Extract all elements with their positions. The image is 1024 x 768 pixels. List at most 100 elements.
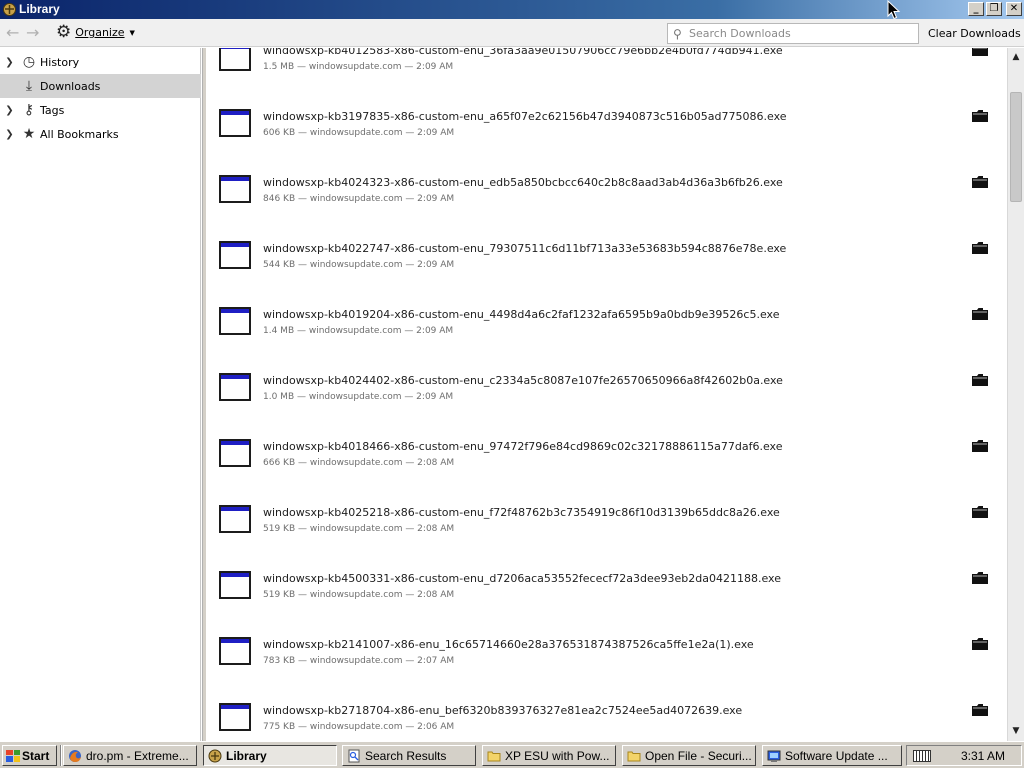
- expand-arrow-icon[interactable]: ❯: [0, 129, 19, 140]
- download-item[interactable]: windowsxp-kb2718704-x86-enu_bef6320b8393…: [206, 691, 1007, 741]
- download-filename: windowsxp-kb4022747-x86-custom-enu_79307…: [263, 242, 787, 255]
- open-folder-icon[interactable]: [972, 110, 988, 122]
- download-item[interactable]: windowsxp-kb4025218-x86-custom-enu_f72f4…: [206, 493, 1007, 559]
- folder-icon: [487, 751, 501, 761]
- open-folder-icon[interactable]: [972, 440, 988, 452]
- minimize-button[interactable]: _: [968, 2, 984, 16]
- download-filename: windowsxp-kb4025218-x86-custom-enu_f72f4…: [263, 506, 780, 519]
- download-item[interactable]: windowsxp-kb4024402-x86-custom-enu_c2334…: [206, 361, 1007, 427]
- scroll-down-arrow-icon[interactable]: ▼: [1010, 724, 1022, 738]
- download-filename: windowsxp-kb2718704-x86-enu_bef6320b8393…: [263, 704, 743, 717]
- sidebar-item-label: Tags: [40, 103, 65, 117]
- taskbar-button-xp-esu-folder[interactable]: XP ESU with Pow...: [482, 745, 616, 766]
- download-item[interactable]: windowsxp-kb4500331-x86-custom-enu_d7206…: [206, 559, 1007, 625]
- taskbar-button-search-results[interactable]: Search Results: [342, 745, 476, 766]
- download-icon: ⤓: [25, 78, 33, 94]
- download-meta: 846 KB — windowsupdate.com — 2:09 AM: [263, 194, 455, 204]
- close-button[interactable]: ✕: [1006, 2, 1022, 16]
- title-bar[interactable]: Library _ ❐ ✕: [0, 0, 1024, 19]
- executable-file-icon: [219, 48, 251, 71]
- sidebar: ❯ ◷ History ⤓ Downloads ❯ ⚷ Tags ❯ ★ All…: [0, 48, 201, 741]
- software-update-icon: [767, 750, 781, 762]
- taskbar-button-library[interactable]: Library: [203, 745, 337, 766]
- open-folder-icon[interactable]: [972, 374, 988, 386]
- executable-file-icon: [219, 109, 251, 137]
- download-meta: 783 KB — windowsupdate.com — 2:07 AM: [263, 656, 455, 666]
- download-filename: windowsxp-kb4018466-x86-custom-enu_97472…: [263, 440, 783, 453]
- library-icon: [3, 3, 16, 16]
- open-folder-icon[interactable]: [972, 704, 988, 716]
- download-meta: 1.5 MB — windowsupdate.com — 2:09 AM: [263, 62, 454, 72]
- taskbar-button-firefox[interactable]: dro.pm - Extreme...: [63, 745, 197, 766]
- expand-arrow-icon[interactable]: ❯: [0, 57, 19, 68]
- download-item[interactable]: windowsxp-kb4019204-x86-custom-enu_4498d…: [206, 295, 1007, 361]
- taskbar-button-label: XP ESU with Pow...: [505, 748, 610, 763]
- back-arrow-icon[interactable]: ←: [6, 25, 19, 41]
- download-item[interactable]: windowsxp-kb3197835-x86-custom-enu_a65f0…: [206, 97, 1007, 163]
- star-icon: ★: [22, 126, 36, 142]
- sidebar-item-label: History: [40, 55, 80, 69]
- open-folder-icon[interactable]: [972, 48, 988, 56]
- download-item[interactable]: windowsxp-kb4022747-x86-custom-enu_79307…: [206, 229, 1007, 295]
- windows-logo-icon: [6, 749, 20, 762]
- sidebar-item-all-bookmarks[interactable]: ❯ ★ All Bookmarks: [0, 122, 201, 146]
- open-folder-icon[interactable]: [972, 242, 988, 254]
- clear-downloads-button[interactable]: Clear Downloads: [922, 23, 1024, 44]
- download-meta: 1.0 MB — windowsupdate.com — 2:09 AM: [263, 392, 454, 402]
- taskbar-button-open-file[interactable]: Open File - Securi...: [622, 745, 756, 766]
- start-label: Start: [22, 748, 50, 763]
- open-folder-icon[interactable]: [972, 176, 988, 188]
- executable-file-icon: [219, 307, 251, 335]
- open-folder-icon[interactable]: [972, 638, 988, 650]
- library-icon: [208, 749, 222, 762]
- download-item[interactable]: windowsxp-kb4018466-x86-custom-enu_97472…: [206, 427, 1007, 493]
- sidebar-item-history[interactable]: ❯ ◷ History: [0, 50, 201, 74]
- download-filename: windowsxp-kb2141007-x86-enu_16c65714660e…: [263, 638, 754, 651]
- open-folder-icon[interactable]: [972, 506, 988, 518]
- download-meta: 775 KB — windowsupdate.com — 2:06 AM: [263, 722, 455, 732]
- sidebar-item-label: Downloads: [40, 79, 101, 93]
- executable-file-icon: [219, 175, 251, 203]
- taskbar-button-label: Library: [226, 748, 267, 763]
- sidebar-item-label: All Bookmarks: [40, 127, 119, 141]
- download-item[interactable]: windowsxp-kb4024323-x86-custom-enu_edb5a…: [206, 163, 1007, 229]
- mouse-cursor-icon: [887, 0, 901, 20]
- executable-file-icon: [219, 571, 251, 599]
- toolbar: ← → ⚙ Organize ▼ ⚲ Clear Downloads: [0, 19, 1024, 47]
- window-title: Library: [19, 2, 60, 16]
- forward-arrow-icon[interactable]: →: [26, 25, 39, 41]
- download-meta: 519 KB — windowsupdate.com — 2:08 AM: [263, 590, 455, 600]
- vertical-scrollbar[interactable]: ▲ ▼: [1007, 48, 1024, 741]
- taskbar-button-software-update[interactable]: Software Update ...: [762, 745, 902, 766]
- taskbar: Start dro.pm - Extreme... Library Search…: [0, 741, 1024, 768]
- download-item[interactable]: windowsxp-kb2141007-x86-enu_16c65714660e…: [206, 625, 1007, 691]
- search-box[interactable]: ⚲: [667, 23, 919, 44]
- taskbar-separator: [60, 745, 62, 766]
- sidebar-item-tags[interactable]: ❯ ⚷ Tags: [0, 98, 201, 122]
- search-input[interactable]: [689, 27, 909, 40]
- executable-file-icon: [219, 703, 251, 731]
- download-meta: 519 KB — windowsupdate.com — 2:08 AM: [263, 524, 455, 534]
- organize-menu-button[interactable]: ⚙ Organize ▼: [56, 24, 135, 41]
- download-filename: windowsxp-kb4024323-x86-custom-enu_edb5a…: [263, 176, 783, 189]
- expand-arrow-icon[interactable]: ❯: [0, 105, 19, 116]
- taskbar-clock[interactable]: 3:31 AM: [961, 749, 1005, 763]
- download-filename: windowsxp-kb3197835-x86-custom-enu_a65f0…: [263, 110, 787, 123]
- keyboard-icon[interactable]: [913, 749, 931, 762]
- download-meta: 606 KB — windowsupdate.com — 2:09 AM: [263, 128, 455, 138]
- start-button[interactable]: Start: [2, 745, 57, 766]
- clock-icon: ◷: [22, 54, 36, 70]
- scrollbar-thumb[interactable]: [1010, 92, 1022, 202]
- executable-file-icon: [219, 439, 251, 467]
- scroll-up-arrow-icon[interactable]: ▲: [1010, 50, 1022, 64]
- download-item[interactable]: windowsxp-kb4012583-x86-custom-enu_36fa3…: [206, 48, 1007, 97]
- gear-icon: ⚙: [56, 22, 72, 42]
- open-folder-icon[interactable]: [972, 308, 988, 320]
- executable-file-icon: [219, 241, 251, 269]
- maximize-button[interactable]: ❐: [986, 2, 1002, 16]
- organize-label: Organize: [75, 26, 125, 39]
- firefox-icon: [69, 749, 81, 762]
- system-tray: 3:31 AM: [906, 745, 1022, 766]
- open-folder-icon[interactable]: [972, 572, 988, 584]
- sidebar-item-downloads[interactable]: ⤓ Downloads: [0, 74, 201, 98]
